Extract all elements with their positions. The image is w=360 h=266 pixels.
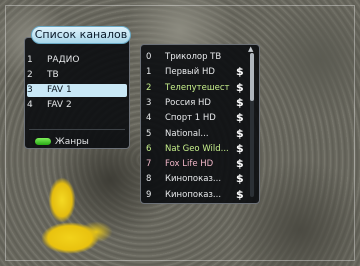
channel-number: 3 (146, 97, 152, 108)
paid-channel-icon: $ (236, 141, 244, 155)
channel-row[interactable]: 0 Триколор ТВ (146, 49, 252, 65)
paid-channel-icon: $ (236, 80, 244, 94)
channel-row[interactable]: 8 Кинопоказ... $ (146, 171, 252, 187)
channel-name: Россия HD (165, 97, 211, 108)
channel-group-label: FAV 1 (47, 85, 72, 95)
channel-name: Первый HD (165, 67, 215, 78)
channel-number: 9 (146, 189, 152, 200)
channel-group-label: ТВ (47, 70, 59, 80)
channel-row[interactable]: 7 Fox Life HD $ (146, 156, 252, 172)
channel-row[interactable]: 4 Спорт 1 HD $ (146, 110, 252, 126)
channel-number: 1 (146, 67, 152, 78)
paid-channel-icon: $ (236, 65, 244, 79)
channel-row[interactable]: 1 Первый HD $ (146, 64, 252, 80)
paid-channel-icon: $ (236, 187, 244, 201)
channel-group-item[interactable]: 1 РАДИО (27, 54, 127, 67)
channel-group-number: 1 (27, 55, 33, 65)
channel-group-number: 4 (27, 100, 33, 110)
paid-channel-icon: $ (236, 126, 244, 140)
channel-row[interactable]: 9 Кинопоказ... $ (146, 187, 252, 203)
channel-group-label: FAV 2 (47, 100, 72, 110)
channel-group-number: 2 (27, 70, 33, 80)
paid-channel-icon: $ (236, 95, 244, 109)
channel-name: Телепутешест (165, 82, 230, 93)
genres-label: Жанры (55, 137, 89, 147)
channel-name: Спорт 1 HD (165, 113, 216, 124)
channel-name: National... (165, 128, 209, 139)
channel-group-label: РАДИО (47, 55, 80, 65)
paid-channel-icon: $ (236, 157, 244, 171)
paid-channel-icon: $ (236, 111, 244, 125)
channel-name: Триколор ТВ (165, 52, 222, 62)
channel-list-panel: 0 Триколор ТВ 1 Первый HD $2 Телепутешест $3 Ро… (140, 44, 260, 204)
channel-row[interactable]: 3 Россия HD $ (146, 95, 252, 111)
channel-number: 2 (146, 82, 152, 93)
channel-group-number: 3 (27, 85, 33, 95)
channel-name: Nat Geo Wild... (165, 143, 229, 154)
channel-row[interactable]: 5 National... $ (146, 126, 252, 142)
scrollbar-thumb[interactable] (250, 53, 254, 101)
channel-number: 5 (146, 128, 152, 139)
channel-group-item[interactable]: 4 FAV 2 (27, 99, 127, 112)
channel-number: 0 (146, 52, 152, 62)
channel-number: 4 (146, 113, 152, 124)
scroll-up-icon[interactable]: ▲ (248, 46, 253, 53)
genres-button[interactable]: Жанры (35, 136, 115, 148)
channel-group-item[interactable]: 2 ТВ (27, 69, 127, 82)
channel-list-scrollbar[interactable] (250, 53, 254, 197)
paid-channel-icon: $ (236, 172, 244, 186)
channel-row[interactable]: 6 Nat Geo Wild... $ (146, 141, 252, 157)
channel-row[interactable]: 2 Телепутешест $ (146, 80, 252, 96)
channel-number: 8 (146, 174, 152, 185)
channel-name: Кинопоказ... (165, 174, 222, 185)
channel-group-panel: 1 РАДИО 2 ТВ 3 FAV 1 4 FAV 2 Жанры (24, 37, 130, 149)
channel-name: Fox Life HD (165, 159, 214, 170)
green-key-icon (35, 138, 51, 145)
channel-number: 6 (146, 143, 152, 154)
channel-group-item[interactable]: 3 FAV 1 (27, 84, 127, 97)
panel-title: Список каналов (31, 26, 131, 44)
channel-number: 7 (146, 159, 152, 170)
channel-name: Кинопоказ... (165, 189, 222, 200)
panel-divider (29, 129, 125, 130)
